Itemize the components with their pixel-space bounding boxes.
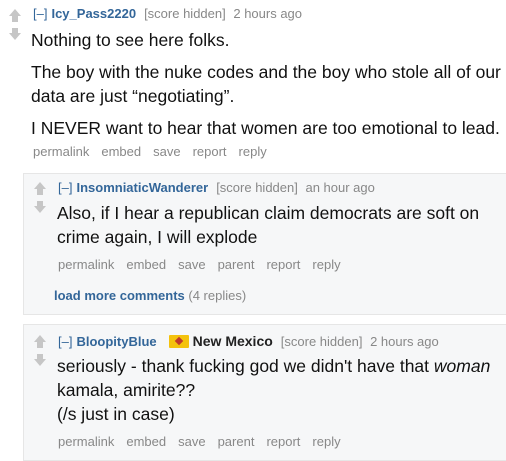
comment-tagline: [–] Icy_Pass2220 [score hidden] 2 hours ag… <box>33 6 302 21</box>
comment-text: seriously - thank fucking god we didn't … <box>57 356 434 376</box>
comment-body: Also, if I hear a republican claim democ… <box>57 201 497 249</box>
comment-insomniatic: [–] InsomniaticWanderer [score hidden] an … <box>23 173 506 313</box>
upvote-icon[interactable] <box>32 182 48 198</box>
comment-line: (/s just in case) <box>57 404 175 424</box>
permalink-link[interactable]: permalink <box>33 144 89 159</box>
downvote-icon[interactable] <box>32 201 48 217</box>
parent-link[interactable]: parent <box>218 434 255 449</box>
report-link[interactable]: report <box>266 257 300 272</box>
author-link[interactable]: InsomniaticWanderer <box>76 180 208 195</box>
comment-bloopity: [–] BloopityBlue New Mexico [score hidden] … <box>23 324 506 455</box>
load-more-label[interactable]: load more comments <box>54 288 185 303</box>
reply-link[interactable]: reply <box>239 144 267 159</box>
author-link[interactable]: BloopityBlue <box>76 334 156 349</box>
comment-line: kamala, amirite?? <box>57 380 196 400</box>
score-label: [score hidden] <box>216 180 298 195</box>
collapse-toggle[interactable]: [–] <box>58 334 72 349</box>
vote-arrows <box>7 9 23 44</box>
reply-link[interactable]: reply <box>312 434 340 449</box>
comment-actions: permalink embed save report reply <box>33 144 279 159</box>
score-label: [score hidden] <box>144 6 226 21</box>
comment-body: seriously - thank fucking god we didn't … <box>57 354 502 426</box>
comment-body: Nothing to see here folks. The boy with … <box>31 28 501 140</box>
embed-link[interactable]: embed <box>126 257 166 272</box>
vote-arrows <box>32 335 48 370</box>
comment-tagline: [–] BloopityBlue New Mexico [score hidden] … <box>58 333 439 349</box>
score-label: [score hidden] <box>280 334 363 349</box>
save-link[interactable]: save <box>178 434 205 449</box>
save-link[interactable]: save <box>178 257 205 272</box>
permalink-link[interactable]: permalink <box>58 434 114 449</box>
permalink-link[interactable]: permalink <box>58 257 114 272</box>
comment-icy-pass: [–] Icy_Pass2220 [score hidden] 2 hours ag… <box>0 0 506 170</box>
upvote-icon[interactable] <box>32 335 48 351</box>
comment-emphasis: woman <box>433 356 491 376</box>
timestamp: 2 hours ago <box>370 334 439 349</box>
timestamp: an hour ago <box>305 180 375 195</box>
load-more-comments[interactable]: load more comments (4 replies) <box>54 288 246 303</box>
user-flair: New Mexico <box>192 333 273 349</box>
author-link[interactable]: Icy_Pass2220 <box>51 6 136 21</box>
comment-actions: permalink embed save parent report reply <box>58 434 353 449</box>
comment-paragraph: Nothing to see here folks. <box>31 30 230 50</box>
timestamp: 2 hours ago <box>233 6 303 21</box>
comment-paragraph: I NEVER want to hear that women are too … <box>31 118 500 138</box>
downvote-icon[interactable] <box>32 354 48 370</box>
comment-paragraph: Also, if I hear a republican claim democ… <box>57 203 480 247</box>
comment-actions: permalink embed save parent report reply <box>58 257 353 272</box>
downvote-icon[interactable] <box>7 28 23 44</box>
save-link[interactable]: save <box>153 144 180 159</box>
vote-arrows <box>32 182 48 217</box>
collapse-toggle[interactable]: [–] <box>33 6 47 21</box>
report-link[interactable]: report <box>193 144 227 159</box>
embed-link[interactable]: embed <box>126 434 166 449</box>
comment-tagline: [–] InsomniaticWanderer [score hidden] an … <box>58 180 375 195</box>
upvote-icon[interactable] <box>7 9 23 25</box>
parent-link[interactable]: parent <box>218 257 255 272</box>
comment-paragraph: The boy with the nuke codes and the boy … <box>31 62 501 106</box>
embed-link[interactable]: embed <box>101 144 141 159</box>
report-link[interactable]: report <box>266 434 300 449</box>
load-more-count: (4 replies) <box>188 288 247 303</box>
new-mexico-flag-icon <box>168 335 189 348</box>
collapse-toggle[interactable]: [–] <box>58 180 72 195</box>
reply-link[interactable]: reply <box>312 257 340 272</box>
comment-line: seriously - thank fucking god we didn't … <box>57 354 502 378</box>
